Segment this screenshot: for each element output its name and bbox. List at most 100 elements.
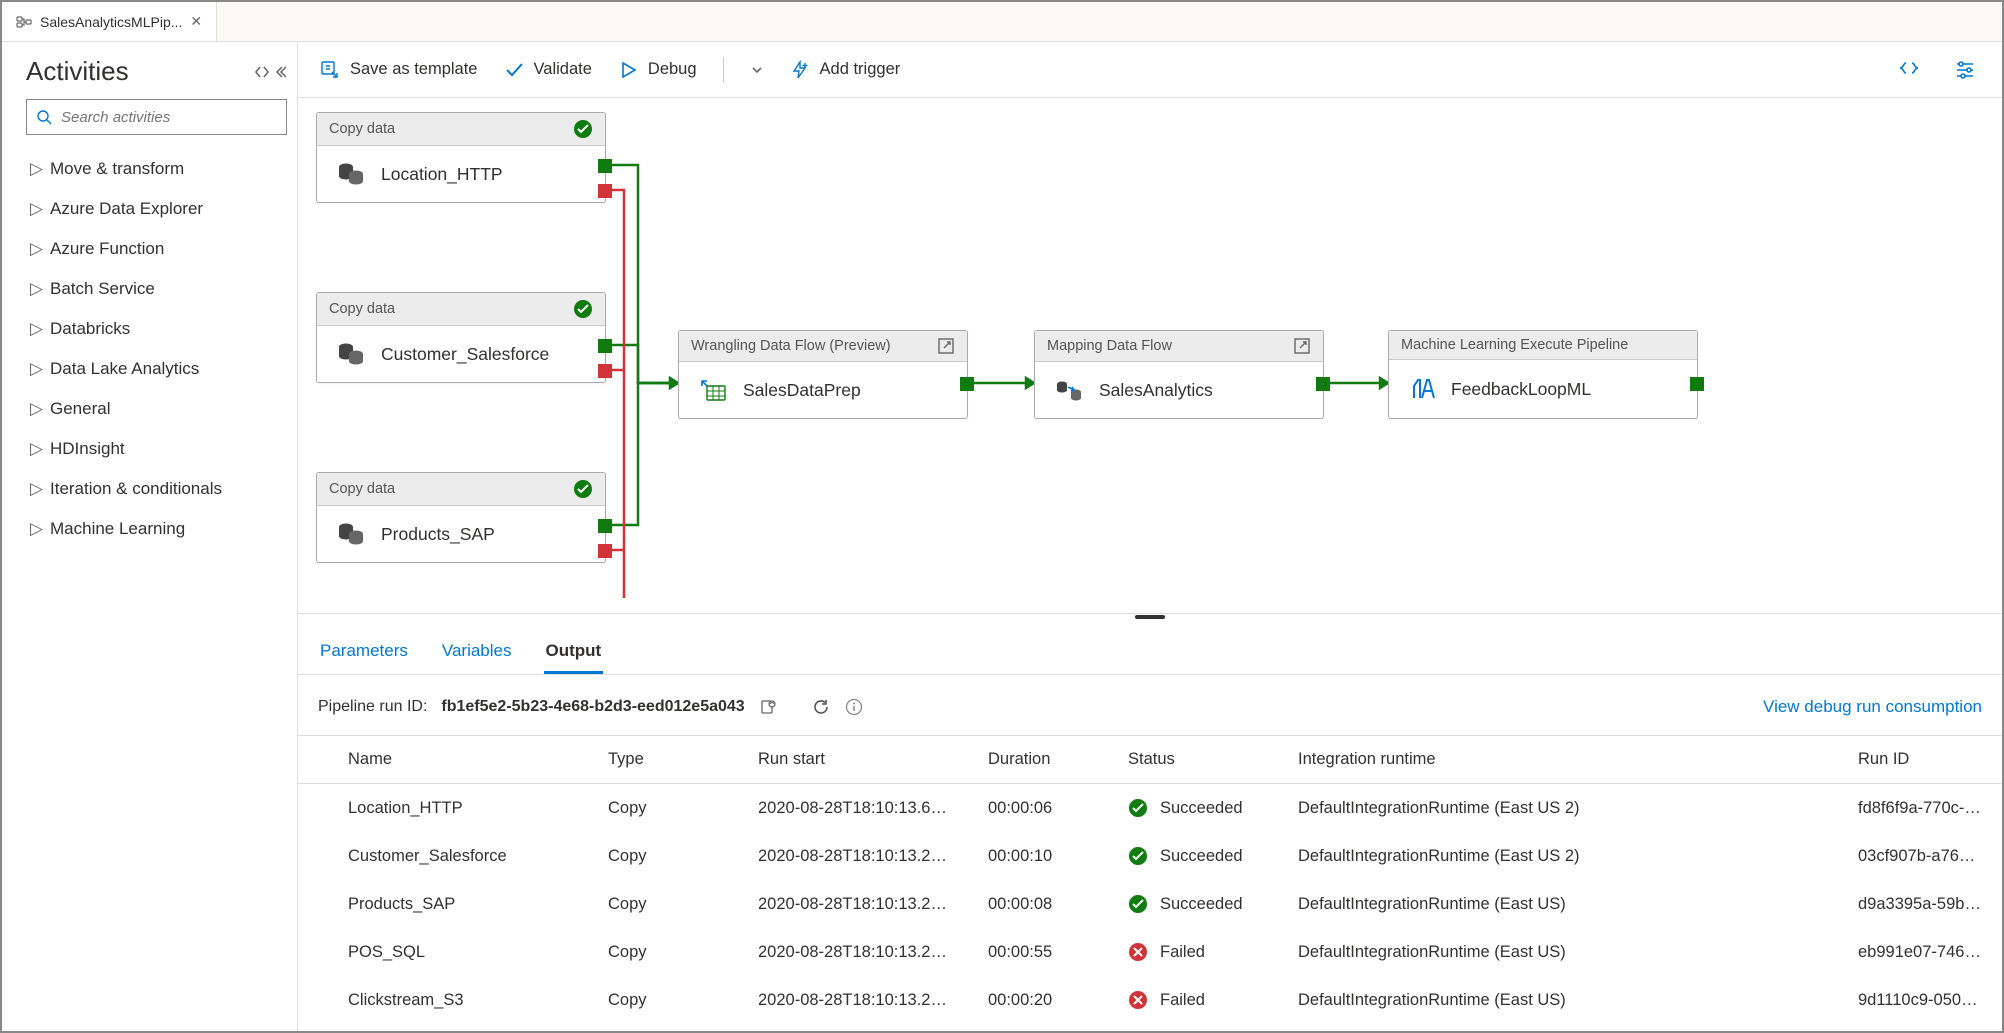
ml-icon <box>1409 376 1435 402</box>
save-as-template-label: Save as template <box>350 60 478 79</box>
output-port-failure[interactable] <box>598 184 612 198</box>
chevron-right-icon: ▷ <box>30 359 40 379</box>
sidebar-category-item[interactable]: ▷Move & transform <box>26 149 287 189</box>
sidebar-category-item[interactable]: ▷Batch Service <box>26 269 287 309</box>
table-row[interactable]: Location_HTTPCopy2020-08-28T18:10:13.633… <box>298 784 2002 833</box>
cell-name: Customer_Salesforce <box>298 832 588 880</box>
search-activities-input[interactable] <box>26 99 287 135</box>
document-tab-bar: SalesAnalyticsMLPip... ✕ <box>2 2 2002 42</box>
sidebar-category-item[interactable]: ▷Databricks <box>26 309 287 349</box>
document-tab[interactable]: SalesAnalyticsMLPip... ✕ <box>2 2 217 41</box>
expand-icon[interactable] <box>937 337 955 355</box>
success-icon <box>573 119 593 139</box>
output-port-success[interactable] <box>598 519 612 533</box>
close-icon[interactable]: ✕ <box>190 13 202 30</box>
node-name: Customer_Salesforce <box>381 344 549 365</box>
chevron-right-icon: ▷ <box>30 439 40 459</box>
node-copy-location-http[interactable]: Copy data Location_HTTP <box>316 112 606 203</box>
output-port-failure[interactable] <box>598 544 612 558</box>
add-trigger-button[interactable]: Add trigger <box>790 60 901 80</box>
code-view-button[interactable] <box>1894 55 1924 85</box>
cell-type: Copy <box>588 832 738 880</box>
table-header[interactable]: Status <box>1108 736 1278 784</box>
chevron-right-icon: ▷ <box>30 399 40 419</box>
cell-runid: 03cf907b-a760-4e93-b0ce <box>1838 832 2002 880</box>
dataflow-icon <box>1055 378 1083 402</box>
output-port-success[interactable] <box>960 377 974 391</box>
node-ml-feedbackloop[interactable]: Machine Learning Execute Pipeline Feedba… <box>1388 330 1698 419</box>
sidebar-category-item[interactable]: ▷HDInsight <box>26 429 287 469</box>
node-name: FeedbackLoopML <box>1451 379 1591 400</box>
table-row[interactable]: POS_SQLCopy2020-08-28T18:10:13.25800:00:… <box>298 928 2002 976</box>
sidebar-category-item[interactable]: ▷Iteration & conditionals <box>26 469 287 509</box>
table-row[interactable]: Clickstream_S3Copy2020-08-28T18:10:13.27… <box>298 976 2002 1024</box>
activities-title: Activities <box>26 56 129 87</box>
output-panel: Parameters Variables Output Pipeline run… <box>298 619 2002 1031</box>
sidebar-category-item[interactable]: ▷Azure Function <box>26 229 287 269</box>
sidebar-category-item[interactable]: ▷ Machine Learning <box>26 509 287 549</box>
node-name: Location_HTTP <box>381 164 503 185</box>
chevron-right-icon: ▷ <box>30 159 40 179</box>
cell-start: 2020-08-28T18:10:13.289 <box>738 832 968 880</box>
output-port-failure[interactable] <box>598 364 612 378</box>
table-header[interactable]: Run ID <box>1838 736 2002 784</box>
node-copy-customer-salesforce[interactable]: Copy data Customer_Salesforce <box>316 292 606 383</box>
pipeline-canvas[interactable]: Copy data Location_HTTP Copy data <box>298 98 2002 613</box>
toolbar-separator <box>723 57 724 83</box>
category-label: General <box>50 399 110 419</box>
copy-icon[interactable] <box>759 698 777 716</box>
cell-status: Failed <box>1108 928 1278 976</box>
debug-dropdown[interactable] <box>750 63 764 77</box>
collapse-icon[interactable] <box>255 65 287 79</box>
node-copy-products-sap[interactable]: Copy data Products_SAP <box>316 472 606 563</box>
cell-ir: DefaultIntegrationRuntime (East US) <box>1278 928 1838 976</box>
table-header[interactable]: Duration <box>968 736 1108 784</box>
tab-parameters[interactable]: Parameters <box>318 631 410 674</box>
success-icon <box>1128 894 1148 914</box>
refresh-icon[interactable] <box>811 697 831 717</box>
output-port-success[interactable] <box>1690 377 1704 391</box>
table-header[interactable]: Run start <box>738 736 968 784</box>
category-label: Databricks <box>50 319 130 339</box>
view-debug-consumption-link[interactable]: View debug run consumption <box>1763 697 1982 717</box>
tab-output[interactable]: Output <box>544 631 604 674</box>
sidebar-category-item[interactable]: ▷Data Lake Analytics <box>26 349 287 389</box>
pipeline-icon <box>16 14 32 30</box>
tab-variables[interactable]: Variables <box>440 631 514 674</box>
table-header[interactable]: Integration runtime <box>1278 736 1838 784</box>
debug-button[interactable]: Debug <box>618 60 697 80</box>
table-row[interactable]: Products_SAPCopy2020-08-28T18:10:13.2890… <box>298 880 2002 928</box>
info-icon[interactable] <box>845 698 863 716</box>
node-mapping-salesanalytics[interactable]: Mapping Data Flow SalesAnalytics <box>1034 330 1324 419</box>
validate-button[interactable]: Validate <box>504 60 592 80</box>
category-label: Machine Learning <box>50 519 185 539</box>
database-icon <box>337 162 365 186</box>
output-port-success[interactable] <box>1316 377 1330 391</box>
table-header[interactable]: Name <box>298 736 588 784</box>
output-port-success[interactable] <box>598 339 612 353</box>
settings-button[interactable] <box>1950 55 1980 85</box>
table-row[interactable]: Customer_SalesforceCopy2020-08-28T18:10:… <box>298 832 2002 880</box>
save-as-template-button[interactable]: Save as template <box>320 60 478 80</box>
node-type-label: Machine Learning Execute Pipeline <box>1401 337 1628 353</box>
cell-duration: 00:00:55 <box>968 928 1108 976</box>
cell-duration: 00:00:08 <box>968 880 1108 928</box>
error-icon <box>1128 990 1148 1010</box>
node-wrangling-salesdataprep[interactable]: Wrangling Data Flow (Preview) SalesDataP… <box>678 330 968 419</box>
cell-name: Location_HTTP <box>298 784 588 833</box>
table-header[interactable]: Type <box>588 736 738 784</box>
success-icon <box>1128 846 1148 866</box>
chevron-right-icon: ▷ <box>30 199 40 219</box>
sidebar-category-item[interactable]: ▷ General <box>26 389 287 429</box>
cell-ir: DefaultIntegrationRuntime (East US) <box>1278 976 1838 1024</box>
output-port-success[interactable] <box>598 159 612 173</box>
node-type-label: Mapping Data Flow <box>1047 338 1172 354</box>
cell-runid: d9a3395a-59b5-416d-a10 <box>1838 880 2002 928</box>
cell-start: 2020-08-28T18:10:13.258 <box>738 928 968 976</box>
chevron-right-icon: ▷ <box>30 519 40 539</box>
debug-label: Debug <box>648 60 697 79</box>
sidebar-category-item[interactable]: ▷Azure Data Explorer <box>26 189 287 229</box>
expand-icon[interactable] <box>1293 337 1311 355</box>
node-type-label: Wrangling Data Flow (Preview) <box>691 338 891 354</box>
output-table: NameTypeRun startDurationStatusIntegrati… <box>298 735 2002 1024</box>
